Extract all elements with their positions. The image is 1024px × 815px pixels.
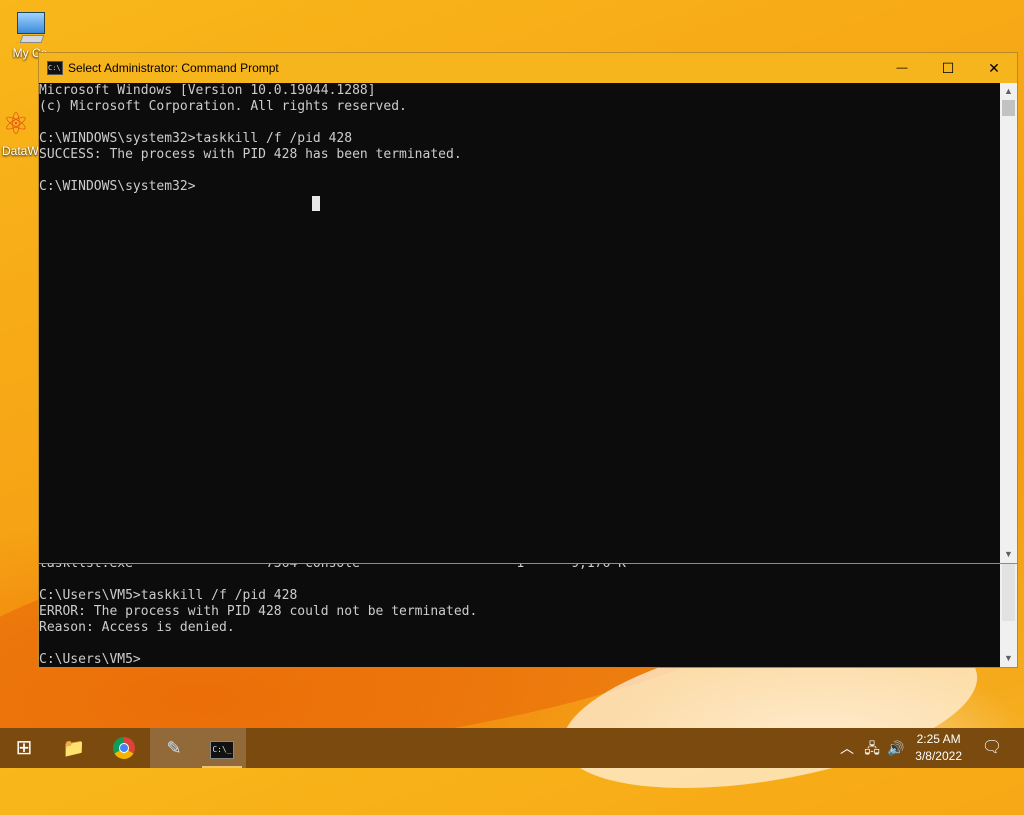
text-cursor [312, 196, 320, 211]
start-button[interactable]: ⊞ [0, 728, 48, 768]
scroll-down-arrow-icon[interactable]: ▼ [1000, 650, 1017, 667]
taskbar-file-explorer[interactable]: 📁 [50, 728, 98, 768]
taskbar-command-prompt[interactable]: C:\_ [198, 728, 246, 768]
network-icon[interactable]: 🖧 [862, 738, 882, 758]
clock[interactable]: 2:25 AM 3/8/2022 [915, 731, 962, 765]
console-line: Reason: Access is denied. [39, 620, 235, 635]
datawatch-icon: ⚛ [2, 108, 30, 141]
folder-icon: 📁 [62, 738, 86, 758]
notepad-icon: ✎ [166, 738, 182, 758]
maximize-button[interactable]: ☐ [925, 53, 971, 83]
window-title: Select Administrator: Command Prompt [68, 61, 279, 75]
command-prompt-icon: C:\ [47, 61, 63, 75]
volume-icon[interactable]: 🔊 [886, 738, 906, 758]
console-line: C:\Users\VM5>taskkill /f /pid 428 [39, 588, 298, 603]
command-prompt-icon: C:\_ [210, 741, 234, 759]
command-prompt-line[interactable]: C:\WINDOWS\system32> [39, 179, 1000, 195]
console-output[interactable]: Microsoft Windows [Version 10.0.19044.12… [39, 83, 1000, 563]
taskbar-chrome[interactable] [100, 728, 148, 768]
scroll-down-arrow-icon[interactable]: ▼ [1000, 546, 1017, 563]
console-line: C:\Users\VM5> [39, 652, 141, 667]
console-line: C:\WINDOWS\system32>taskkill /f /pid 428 [39, 131, 353, 146]
show-hidden-icons-chevron-icon[interactable]: ︿ [838, 738, 856, 758]
vertical-scrollbar[interactable]: ▲ ▼ [1000, 83, 1017, 563]
clock-date: 3/8/2022 [915, 749, 962, 763]
title-bar[interactable]: C:\ Select Administrator: Command Prompt… [39, 53, 1017, 83]
computer-icon [13, 10, 47, 44]
clock-time: 2:25 AM [916, 732, 961, 746]
chrome-icon [113, 737, 135, 759]
notifications-icon[interactable]: 🗨 [980, 738, 1004, 758]
taskbar: ⊞ 📁 ✎ C:\_ ︿ 🖧 🔊 2:25 AM 3/8/2022 🗨 [0, 728, 1024, 768]
scroll-up-arrow-icon[interactable]: ▲ [1000, 83, 1017, 100]
console-line: SUCCESS: The process with PID 428 has be… [39, 147, 462, 162]
minimize-button[interactable]: — [879, 53, 925, 83]
console-line: (c) Microsoft Corporation. All rights re… [39, 99, 407, 114]
console-line: ERROR: The process with PID 428 could no… [39, 604, 478, 619]
windows-logo-icon: ⊞ [15, 737, 33, 759]
taskbar-notepad[interactable]: ✎ [150, 728, 198, 768]
console-line: Microsoft Windows [Version 10.0.19044.12… [39, 83, 376, 98]
close-button[interactable]: ✕ [971, 53, 1017, 83]
command-prompt-window[interactable]: C:\ Select Administrator: Command Prompt… [38, 52, 1018, 564]
scroll-thumb[interactable] [1002, 100, 1015, 116]
